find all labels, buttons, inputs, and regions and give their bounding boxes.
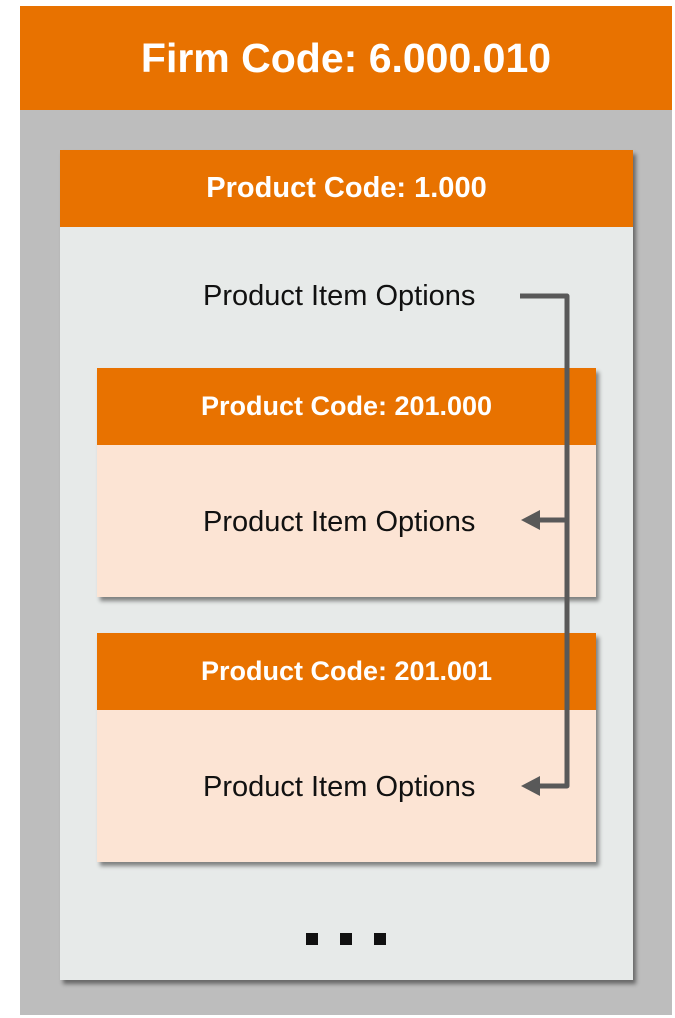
arrowhead-icon bbox=[521, 776, 540, 796]
ellipsis-dot bbox=[306, 933, 318, 945]
ellipsis-dot bbox=[340, 933, 352, 945]
ellipsis-dot bbox=[374, 933, 386, 945]
ellipsis bbox=[306, 933, 386, 945]
connector-line bbox=[520, 293, 570, 789]
options-connector-arrows bbox=[520, 293, 570, 796]
arrowhead-icon bbox=[521, 510, 540, 530]
